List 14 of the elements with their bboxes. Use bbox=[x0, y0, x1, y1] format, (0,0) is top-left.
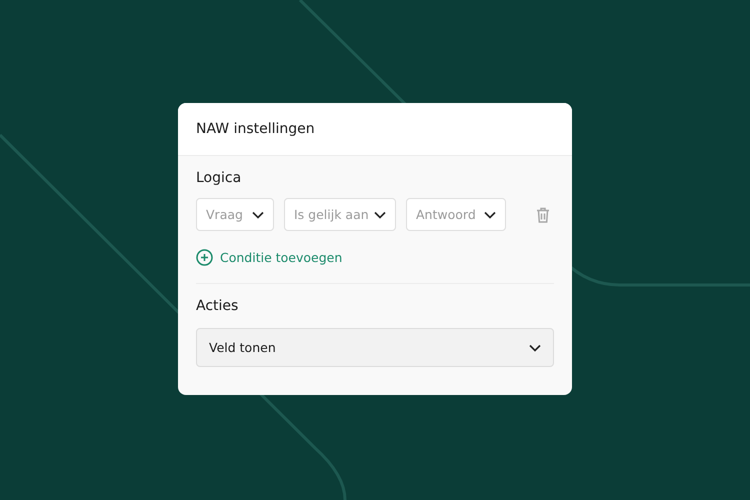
chevron-down-icon bbox=[252, 210, 264, 218]
chevron-down-icon bbox=[374, 210, 386, 218]
section-heading: Acties bbox=[196, 298, 238, 314]
plus-circle-icon bbox=[196, 249, 213, 266]
operator-dropdown[interactable]: Is gelijk aan bbox=[284, 198, 396, 231]
section-heading: Logica bbox=[196, 170, 242, 186]
dialog-title: NAW instellingen bbox=[196, 121, 315, 137]
trash-icon[interactable] bbox=[536, 206, 550, 222]
question-dropdown[interactable]: Vraag bbox=[196, 198, 274, 231]
answer-dropdown[interactable]: Antwoord bbox=[406, 198, 506, 231]
chevron-down-icon bbox=[484, 210, 496, 218]
action-dropdown[interactable]: Veld tonen bbox=[196, 328, 554, 367]
add-condition-button[interactable]: Conditie toevoegen bbox=[196, 249, 342, 266]
chevron-down-icon bbox=[529, 344, 541, 352]
